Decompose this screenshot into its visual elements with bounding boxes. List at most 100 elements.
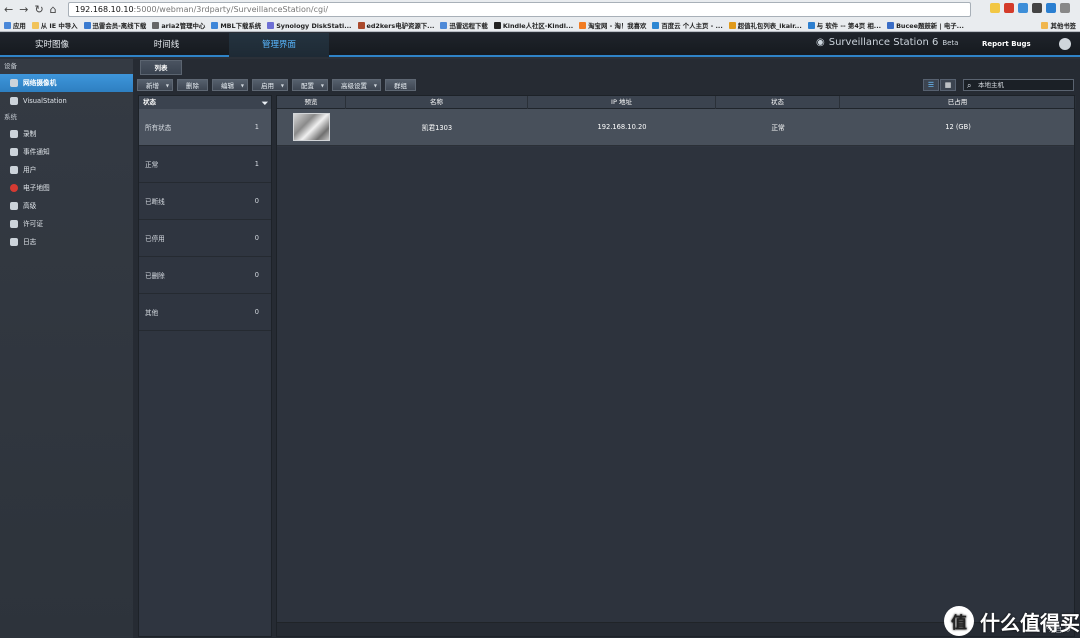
bookmark-item[interactable]: 超值礼包列表_ikair... — [728, 20, 802, 31]
sidebar-item-user[interactable]: 用户 — [0, 161, 133, 179]
tab-management[interactable]: 管理界面 — [229, 33, 329, 57]
notification-icon — [10, 148, 18, 156]
enable-button[interactable]: 启用 — [252, 79, 288, 92]
filter-disconnected[interactable]: 已断线 0 — [139, 183, 271, 220]
tab-live-view[interactable]: 实时图像 — [0, 33, 104, 57]
table-empty-area — [277, 147, 1074, 622]
user-icon — [10, 166, 18, 174]
filter-other[interactable]: 其他 0 — [139, 294, 271, 331]
map-pin-icon — [10, 184, 18, 192]
extension-icon[interactable] — [1004, 3, 1014, 13]
sidebar-item-visualstation[interactable]: VisualStation — [0, 92, 133, 110]
toolbar: 新增 删除 编辑 启用 配置 高级设置 群组 — [137, 79, 416, 92]
back-icon[interactable]: ← — [4, 3, 13, 16]
sidebar-item-notification[interactable]: 事件通知 — [0, 143, 133, 161]
sidebar-item-ip-camera[interactable]: 网络摄像机 — [0, 74, 133, 92]
user-icon[interactable] — [1059, 38, 1071, 50]
filter-icon[interactable]: ⏷ — [262, 97, 268, 110]
product-brand: ◉ Surveillance Station 6 Beta — [816, 37, 958, 48]
sidebar-item-advanced[interactable]: 高级 — [0, 197, 133, 215]
filter-label: 所有状态 — [145, 124, 172, 132]
bookmark-item[interactable]: 迅雷远程下载 — [440, 20, 488, 31]
extension-icon[interactable] — [1046, 3, 1056, 13]
reload-icon[interactable]: ↻ — [34, 3, 43, 16]
filter-count: 0 — [254, 271, 259, 279]
filter-all[interactable]: 所有状态 1 — [139, 109, 271, 146]
forward-icon[interactable]: → — [19, 3, 28, 16]
filter-deleted[interactable]: 已删除 0 — [139, 257, 271, 294]
view-switcher: ☰ ▦ — [923, 79, 956, 91]
edit-button[interactable]: 编辑 — [212, 79, 248, 92]
tab-timeline[interactable]: 时间线 — [104, 33, 229, 57]
delete-button[interactable]: 删除 — [177, 79, 208, 91]
beta-label: Beta — [942, 38, 959, 47]
star-icon[interactable] — [990, 3, 1000, 13]
main-panel: 列表 新增 删除 编辑 启用 配置 高级设置 群组 ☰ ▦ 本地主机 状态 ⏷ … — [133, 59, 1080, 638]
sidebar-item-license[interactable]: 许可证 — [0, 215, 133, 233]
bookmark-item[interactable]: Bucee题鼓新 | 电子... — [887, 20, 964, 31]
column-preview[interactable]: 预览 — [277, 96, 346, 109]
sidebar-item-label: 录制 — [23, 130, 37, 138]
filter-title: 状态 — [143, 98, 156, 106]
watermark-logo-icon: 值 — [944, 606, 974, 636]
bookmark-item[interactable]: 百度云 个人主页 - ... — [652, 20, 723, 31]
column-status[interactable]: 状态 — [716, 96, 840, 109]
search-input[interactable]: 本地主机 — [963, 79, 1074, 91]
watermark: 值 什么值得买 — [944, 606, 1080, 636]
sidebar-item-recording[interactable]: 录制 — [0, 125, 133, 143]
filter-count: 0 — [254, 197, 259, 205]
table-header: 预览 名称 IP 地址 状态 已占用 — [277, 96, 1076, 109]
bookmark-item[interactable]: aria2管理中心 — [152, 20, 205, 31]
log-icon — [10, 238, 18, 246]
bookmark-item[interactable]: Synology DiskStati... — [267, 20, 352, 31]
sidebar-item-log[interactable]: 日志 — [0, 233, 133, 251]
home-icon[interactable]: ⌂ — [50, 3, 57, 16]
bookmark-item[interactable]: Kindle人社区-Kindl... — [493, 20, 573, 31]
configure-button[interactable]: 配置 — [292, 79, 328, 92]
bookmark-item[interactable]: 迅雷会员-离线下载 — [83, 20, 146, 31]
extension-icon[interactable] — [1032, 3, 1042, 13]
filter-label: 正常 — [145, 161, 159, 169]
other-bookmarks[interactable]: 其他书签 — [1041, 20, 1076, 31]
camera-preview-thumbnail — [293, 113, 330, 141]
report-bugs-link[interactable]: Report Bugs — [982, 40, 1031, 48]
filter-header: 状态 ⏷ — [139, 96, 271, 109]
url-path: :5000/webman/3rdparty/SurveillanceStatio… — [133, 5, 329, 14]
sidebar-item-label: 事件通知 — [23, 148, 50, 156]
sidebar-item-label: 日志 — [23, 238, 37, 246]
column-name[interactable]: 名称 — [346, 96, 528, 109]
group-button[interactable]: 群组 — [385, 79, 416, 91]
preview-cell — [277, 109, 346, 145]
sidebar-item-label: 高级 — [23, 202, 37, 210]
bookmark-item[interactable]: MBL下载系统 — [211, 20, 261, 31]
address-bar[interactable]: 192.168.10.10:5000/webman/3rdparty/Surve… — [68, 2, 971, 17]
sidebar-item-label: 用户 — [23, 166, 37, 174]
gear-icon — [10, 202, 18, 210]
column-ip[interactable]: IP 地址 — [528, 96, 716, 109]
filter-label: 已删除 — [145, 272, 165, 280]
sidebar-item-emap[interactable]: 电子地图 — [0, 179, 133, 197]
column-used[interactable]: 已占用 — [840, 96, 1076, 109]
filter-disabled[interactable]: 已停用 0 — [139, 220, 271, 257]
grid-view-icon[interactable]: ▦ — [940, 79, 956, 91]
sidebar-item-label: 许可证 — [23, 220, 44, 228]
menu-icon[interactable] — [1060, 3, 1070, 13]
sidebar-item-label: 电子地图 — [23, 184, 50, 192]
add-button[interactable]: 新增 — [137, 79, 173, 92]
bookmark-item[interactable]: 从 IE 中导入 — [31, 20, 78, 31]
name-cell: 凯君1303 — [421, 124, 453, 132]
url-host: 192.168.10.10 — [75, 5, 134, 14]
bookmark-item[interactable]: ed2kers电驴资源下... — [357, 20, 434, 31]
bookmark-item[interactable]: 与 软件 -- 第4页 相... — [807, 20, 881, 31]
bookmark-item[interactable]: 淘宝网 - 淘！我喜欢 — [579, 20, 646, 31]
list-view-icon[interactable]: ☰ — [923, 79, 939, 91]
table-row[interactable]: 凯君1303 192.168.10.20 正常 12 (GB) — [277, 109, 1074, 146]
monitor-icon — [10, 97, 18, 105]
extension-icon[interactable] — [1018, 3, 1028, 13]
filter-normal[interactable]: 正常 1 — [139, 146, 271, 183]
tab-list[interactable]: 列表 — [140, 60, 182, 75]
sidebar-item-label: VisualStation — [23, 97, 67, 105]
advanced-settings-button[interactable]: 高级设置 — [332, 79, 381, 92]
bookmark-item[interactable]: 应用 — [4, 20, 26, 31]
status-filter-panel: 状态 ⏷ 所有状态 1 正常 1 已断线 0 已停用 0 已删除 0 其他 0 — [138, 95, 272, 637]
